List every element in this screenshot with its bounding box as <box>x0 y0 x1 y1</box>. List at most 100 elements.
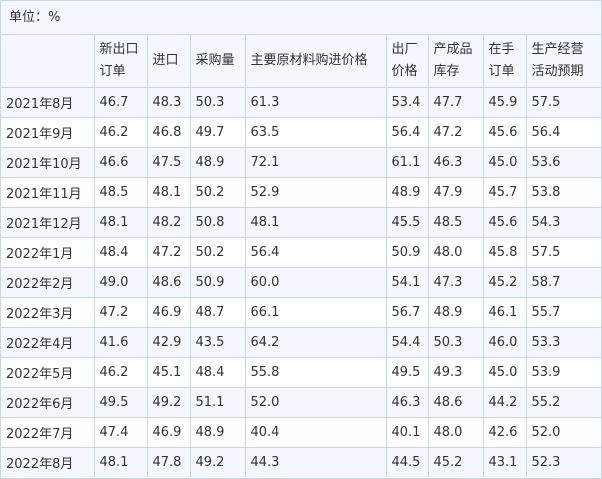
value-cell: 54.4 <box>385 327 429 358</box>
value-cell: 54.1 <box>385 267 429 298</box>
data-table-container: 单位：% 新出口 订单 进口 采购量 主要原材料购进价格 出厂 价格 产成品 库存 在手 订单 生产经… <box>0 0 602 479</box>
value-cell: 48.4 <box>93 237 148 268</box>
value-cell: 40.1 <box>385 417 429 448</box>
value-cell: 52.3 <box>525 447 601 477</box>
value-cell: 47.8 <box>146 447 191 477</box>
pmi-subindex-table: 新出口 订单 进口 采购量 主要原材料购进价格 出厂 价格 产成品 库存 在手 订单 生产经营 活动预期… <box>1 35 601 477</box>
value-cell: 48.9 <box>189 147 246 178</box>
value-cell: 50.2 <box>189 177 246 208</box>
value-cell: 48.1 <box>93 447 148 477</box>
value-cell: 43.5 <box>189 327 246 358</box>
value-cell: 48.6 <box>146 267 191 298</box>
header-cell: 在手 订单 <box>482 35 527 88</box>
value-cell: 46.2 <box>93 117 148 148</box>
value-cell: 46.8 <box>146 117 191 148</box>
row-period-cell: 2021年8月 <box>1 87 95 118</box>
value-cell: 64.2 <box>244 327 387 358</box>
value-cell: 49.2 <box>189 447 246 477</box>
value-cell: 53.8 <box>525 177 601 208</box>
value-cell: 46.3 <box>427 147 484 178</box>
table-row: 2022年8月 48.1 47.8 49.2 44.3 44.5 45.2 43.1 52.3 <box>1 447 601 477</box>
row-period-cell: 2021年11月 <box>1 177 95 208</box>
value-cell: 50.8 <box>189 207 246 238</box>
unit-label: 单位：% <box>1 1 601 35</box>
value-cell: 56.4 <box>385 117 429 148</box>
value-cell: 57.5 <box>525 87 601 118</box>
table-row: 2022年6月 49.5 49.2 51.1 52.0 46.3 48.6 44.2 55.2 <box>1 387 601 418</box>
value-cell: 56.4 <box>525 117 601 148</box>
value-cell: 52.0 <box>525 417 601 448</box>
value-cell: 48.1 <box>244 207 387 238</box>
header-cell: 出厂 价格 <box>385 35 429 88</box>
value-cell: 44.3 <box>244 447 387 477</box>
header-cell-period <box>1 35 95 88</box>
value-cell: 45.6 <box>482 207 527 238</box>
value-cell: 53.4 <box>385 87 429 118</box>
table-row: 2022年5月 46.2 45.1 48.4 55.8 49.5 49.3 45.0 53.9 <box>1 357 601 388</box>
value-cell: 41.6 <box>93 327 148 358</box>
value-cell: 58.7 <box>525 267 601 298</box>
table-row: 2022年3月 47.2 46.9 48.7 66.1 56.7 48.9 46.1 55.7 <box>1 297 601 328</box>
value-cell: 47.5 <box>146 147 191 178</box>
value-cell: 46.9 <box>146 297 191 328</box>
value-cell: 44.2 <box>482 387 527 418</box>
value-cell: 45.0 <box>482 147 527 178</box>
header-row: 新出口 订单 进口 采购量 主要原材料购进价格 出厂 价格 产成品 库存 在手 订单 生产经营 活动预期 <box>1 35 601 88</box>
value-cell: 51.1 <box>189 387 246 418</box>
value-cell: 53.3 <box>525 327 601 358</box>
value-cell: 53.6 <box>525 147 601 178</box>
value-cell: 42.6 <box>482 417 527 448</box>
value-cell: 49.5 <box>385 357 429 388</box>
value-cell: 40.4 <box>244 417 387 448</box>
table-row: 2021年8月 46.7 48.3 50.3 61.3 53.4 47.7 45.9 57.5 <box>1 87 601 118</box>
value-cell: 50.9 <box>385 237 429 268</box>
table-header: 新出口 订单 进口 采购量 主要原材料购进价格 出厂 价格 产成品 库存 在手 订单 生产经营 活动预期 <box>1 35 601 88</box>
row-period-cell: 2022年4月 <box>1 327 95 358</box>
value-cell: 54.3 <box>525 207 601 238</box>
table-body: 2021年8月 46.7 48.3 50.3 61.3 53.4 47.7 45.9 57.5 2… <box>1 87 601 477</box>
table-row: 2021年11月 48.5 48.1 50.2 52.9 48.9 47.9 45.7 53.8 <box>1 177 601 208</box>
value-cell: 72.1 <box>244 147 387 178</box>
row-period-cell: 2022年7月 <box>1 417 95 448</box>
value-cell: 47.9 <box>427 177 484 208</box>
value-cell: 50.9 <box>189 267 246 298</box>
table-row: 2022年4月 41.6 42.9 43.5 64.2 54.4 50.3 46.0 53.3 <box>1 327 601 358</box>
value-cell: 48.5 <box>427 207 484 238</box>
value-cell: 47.4 <box>93 417 148 448</box>
value-cell: 50.3 <box>189 87 246 118</box>
table-row: 2021年9月 46.2 46.8 49.7 63.5 56.4 47.2 45.6 56.4 <box>1 117 601 148</box>
header-cell: 产成品 库存 <box>427 35 484 88</box>
row-period-cell: 2022年8月 <box>1 447 95 477</box>
value-cell: 48.9 <box>427 297 484 328</box>
value-cell: 47.2 <box>427 117 484 148</box>
value-cell: 48.1 <box>146 177 191 208</box>
value-cell: 42.9 <box>146 327 191 358</box>
value-cell: 66.1 <box>244 297 387 328</box>
header-cell: 采购量 <box>189 35 246 88</box>
value-cell: 48.4 <box>189 357 246 388</box>
value-cell: 56.7 <box>385 297 429 328</box>
value-cell: 48.3 <box>146 87 191 118</box>
table-row: 2022年1月 48.4 47.2 50.2 56.4 50.9 48.0 45.8 57.5 <box>1 237 601 268</box>
value-cell: 45.0 <box>482 357 527 388</box>
value-cell: 46.7 <box>93 87 148 118</box>
header-cell: 新出口 订单 <box>93 35 148 88</box>
value-cell: 47.2 <box>146 237 191 268</box>
table-row: 2022年2月 49.0 48.6 50.9 60.0 54.1 47.3 45.2 58.7 <box>1 267 601 298</box>
row-period-cell: 2022年5月 <box>1 357 95 388</box>
value-cell: 43.1 <box>482 447 527 477</box>
row-period-cell: 2021年12月 <box>1 207 95 238</box>
value-cell: 47.3 <box>427 267 484 298</box>
value-cell: 48.5 <box>93 177 148 208</box>
value-cell: 47.7 <box>427 87 484 118</box>
value-cell: 52.9 <box>244 177 387 208</box>
value-cell: 45.2 <box>427 447 484 477</box>
value-cell: 45.7 <box>482 177 527 208</box>
row-period-cell: 2022年3月 <box>1 297 95 328</box>
value-cell: 49.2 <box>146 387 191 418</box>
value-cell: 49.0 <box>93 267 148 298</box>
value-cell: 45.9 <box>482 87 527 118</box>
value-cell: 60.0 <box>244 267 387 298</box>
value-cell: 45.1 <box>146 357 191 388</box>
value-cell: 48.1 <box>93 207 148 238</box>
